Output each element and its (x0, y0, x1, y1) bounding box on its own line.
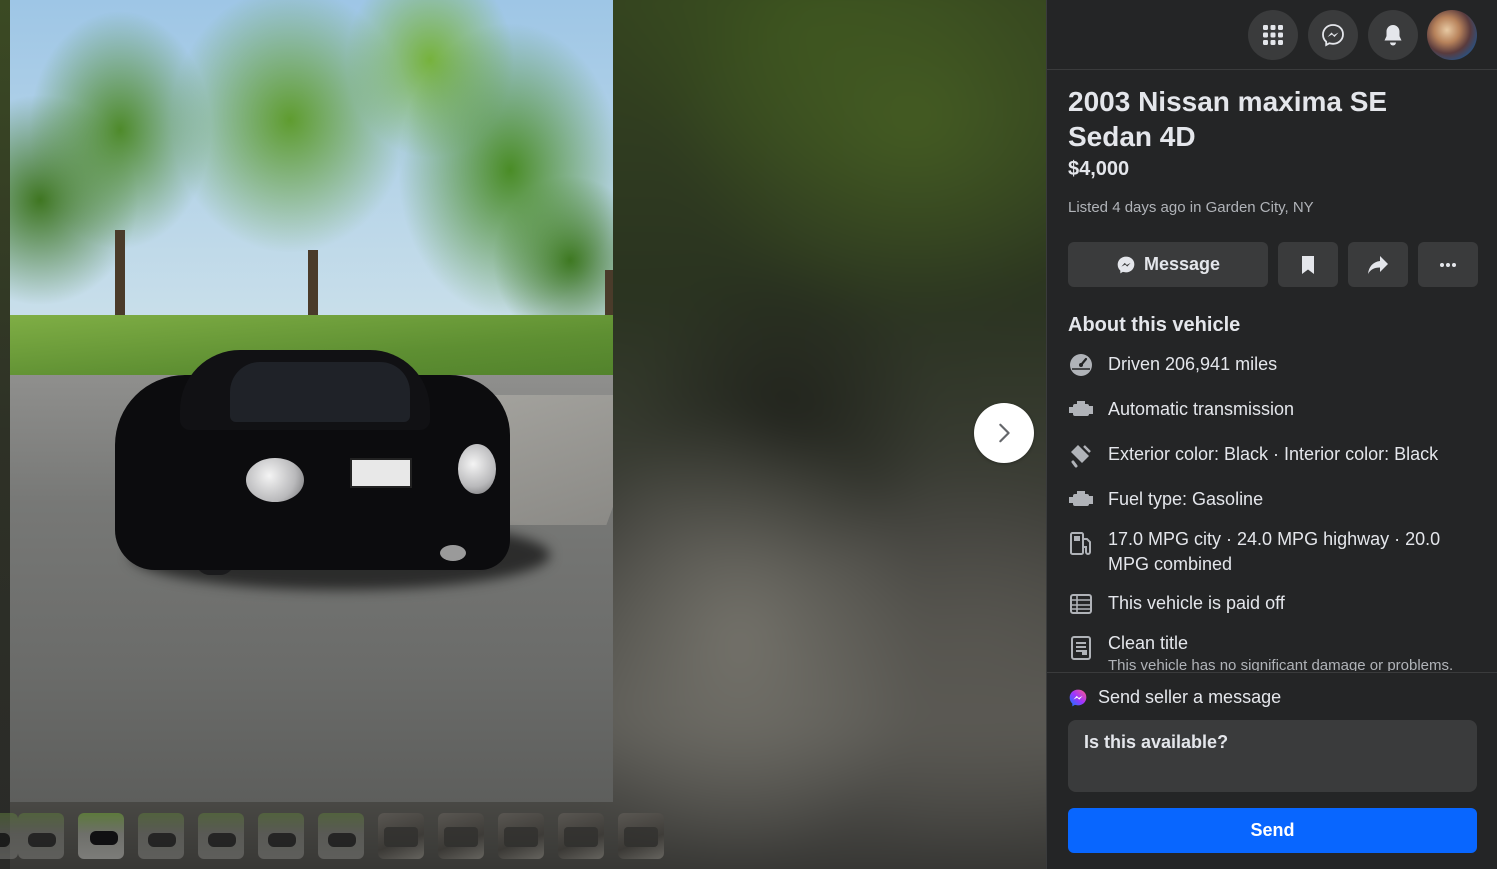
spec-text: 17.0 MPG city · 24.0 MPG highway · 20.0 … (1108, 529, 1441, 574)
notifications-button[interactable] (1368, 10, 1418, 60)
section-heading: About this vehicle (1068, 314, 1241, 336)
thumbnail[interactable] (618, 813, 664, 859)
menu-grid-icon (1263, 25, 1283, 45)
top-navigation (1047, 0, 1497, 70)
license-plate (350, 458, 412, 488)
spec-text: Automatic transmission (1108, 399, 1295, 419)
spec-title-status: Clean title This vehicle has no signific… (1068, 631, 1478, 671)
listing-price: $4,000 (1068, 158, 1130, 180)
thumbnail[interactable] (498, 813, 544, 859)
spec-text: Exterior color: Black · Interior color: … (1108, 444, 1439, 464)
spec-text: Driven 206,941 miles (1108, 354, 1278, 374)
spec-subtext: This vehicle has no significant damage o… (1108, 657, 1454, 671)
speedometer-icon (1068, 352, 1094, 378)
save-button[interactable] (1278, 242, 1338, 287)
more-options-button[interactable] (1418, 242, 1478, 287)
taillight (458, 444, 496, 494)
thumbnail[interactable] (0, 813, 18, 859)
more-icon (1440, 262, 1456, 267)
paint-icon (1068, 442, 1094, 468)
message-button-label: Message (1143, 254, 1221, 274)
document-icon (1068, 635, 1094, 661)
listing-title: 2003 Nissan maxima SE Sedan 4D (1068, 86, 1388, 152)
notifications-bell-icon (1384, 25, 1402, 46)
bank-note-icon (1068, 591, 1094, 617)
share-button[interactable] (1348, 242, 1408, 287)
thumbnail[interactable] (198, 813, 244, 859)
share-icon (1368, 255, 1388, 274)
message-button[interactable]: Message (1068, 242, 1268, 287)
media-viewer (0, 0, 1046, 869)
spec-text: Clean title (1108, 633, 1189, 653)
thumbnail[interactable] (138, 813, 184, 859)
spec-mileage: Driven 206,941 miles (1068, 352, 1478, 378)
about-vehicle-section: About this vehicle Driven 206,941 miles … (1068, 312, 1478, 671)
avatar[interactable] (1427, 10, 1477, 60)
menu-button[interactable] (1248, 10, 1298, 60)
thumbnail[interactable] (558, 813, 604, 859)
send-button[interactable]: Send (1068, 808, 1477, 853)
spec-mpg: 17.0 MPG city · 24.0 MPG highway · 20.0 … (1068, 527, 1478, 577)
thumbnail[interactable] (438, 813, 484, 859)
chevron-right-icon (999, 423, 1010, 443)
thumbnail-active[interactable] (78, 813, 124, 859)
thumbnail[interactable] (318, 813, 364, 859)
listing-photo (10, 0, 613, 802)
engine-icon (1068, 487, 1094, 513)
spec-fuel-type: Fuel type: Gasoline (1068, 487, 1478, 513)
bookmark-icon (1302, 255, 1314, 274)
listing-actions: Message (1068, 242, 1478, 287)
messenger-button[interactable] (1308, 10, 1358, 60)
spec-text: This vehicle is paid off (1108, 593, 1285, 613)
taillight (246, 458, 304, 502)
fuel-pump-icon (1068, 531, 1094, 557)
message-composer: Send seller a message Is this available?… (1047, 672, 1497, 869)
previous-photo-edge (0, 0, 10, 869)
spec-paid-off: This vehicle is paid off (1068, 591, 1478, 617)
messenger-icon (1322, 24, 1344, 47)
listing-meta: Listed 4 days ago in Garden City, NY (1068, 199, 1314, 216)
engine-icon (1068, 397, 1094, 423)
next-photo-button[interactable] (974, 403, 1034, 463)
thumbnail[interactable] (258, 813, 304, 859)
messenger-icon (1117, 256, 1135, 273)
thumbnail[interactable] (18, 813, 64, 859)
marketplace-listing-viewer: 2003 Nissan maxima SE Sedan 4D $4,000 Li… (0, 0, 1497, 869)
thumbnail-strip (0, 813, 700, 859)
spec-transmission: Automatic transmission (1068, 397, 1478, 423)
composer-heading: Send seller a message (1098, 687, 1282, 707)
messenger-icon (1069, 689, 1087, 706)
spec-color: Exterior color: Black · Interior color: … (1068, 442, 1478, 468)
spec-text: Fuel type: Gasoline (1108, 489, 1264, 509)
thumbnail[interactable] (378, 813, 424, 859)
listing-details-panel: 2003 Nissan maxima SE Sedan 4D $4,000 Li… (1046, 0, 1497, 869)
listing-header: 2003 Nissan maxima SE Sedan 4D $4,000 Li… (1068, 84, 1478, 218)
message-input[interactable]: Is this available? (1068, 720, 1477, 792)
